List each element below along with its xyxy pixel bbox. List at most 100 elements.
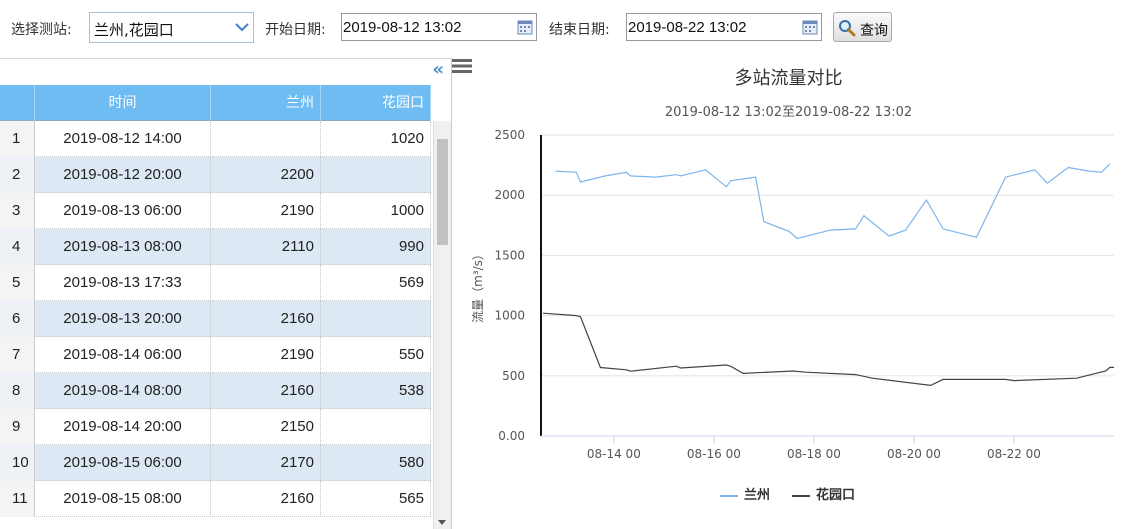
y-axis-label: 流量（m³/s） [471,248,485,323]
x-tick-label: 08-22 00 [987,447,1041,461]
query-button-label: 查询 [860,23,888,39]
table-header: 时间 兰州 花园口 [0,85,431,121]
table-row[interactable]: 3 2019-08-13 06:00 2190 1000 [0,193,431,229]
lanzhou-flow-cell: 2110 [211,229,321,265]
lanzhou-flow-cell: 2190 [211,337,321,373]
x-tick-label: 08-14 00 [587,447,641,461]
time-cell: 2019-08-15 08:00 [35,481,211,517]
huayuankou-flow-cell: 580 [321,445,431,481]
lanzhou-flow-cell: 2160 [211,373,321,409]
y-tick-label: 1500 [494,248,525,262]
row-number-cell: 6 [0,301,35,337]
flow-comparison-chart: 0.00 500 1000 1500 2000 2500 08-14 00 08-16 00 0… [452,58,1125,529]
x-tick-label: 08-16 00 [687,447,741,461]
row-number-cell: 9 [0,409,35,445]
time-cell: 2019-08-14 08:00 [35,373,211,409]
lanzhou-flow-cell: 2160 [211,481,321,517]
collapse-panel-icon[interactable]: « [432,60,444,80]
x-tick-label: 08-18 00 [787,447,841,461]
table-scrollbar[interactable] [433,121,451,529]
table-row[interactable]: 6 2019-08-13 20:00 2160 [0,301,431,337]
legend-label: 兰州 [744,488,771,503]
scroll-down-icon[interactable] [438,520,446,525]
calendar-icon[interactable] [802,19,818,35]
table-row[interactable]: 4 2019-08-13 08:00 2110 990 [0,229,431,265]
time-cell: 2019-08-13 06:00 [35,193,211,229]
scrollbar-thumb[interactable] [437,139,448,245]
legend-item-huayuankou[interactable]: 花园口 [792,484,855,503]
chart-title: 多站流量对比 [734,68,843,89]
chart-canvas: 0.00 500 1000 1500 2000 2500 08-14 00 08-16 00 0… [471,128,1114,461]
lanzhou-flow-cell: 2160 [211,301,321,337]
search-icon [839,20,856,37]
series-line-lanzhou [555,163,1111,240]
huayuankou-flow-cell [321,157,431,193]
lanzhou-flow-cell: 2190 [211,193,321,229]
lanzhou-flow-cell: 2150 [211,409,321,445]
row-number-header [0,85,35,121]
station-select[interactable]: 兰州,花园口 [89,12,254,43]
row-number-cell: 1 [0,121,35,157]
station-select-value: 兰州,花园口 [94,21,174,39]
start-date-label: 开始日期: [265,22,326,38]
table-row[interactable]: 8 2019-08-14 08:00 2160 538 [0,373,431,409]
start-date-value: 2019-08-12 13:02 [343,19,462,36]
column-header-time[interactable]: 时间 [35,85,211,121]
row-number-cell: 2 [0,157,35,193]
huayuankou-flow-cell: 1000 [321,193,431,229]
row-number-cell: 10 [0,445,35,481]
start-date-input[interactable]: 2019-08-12 13:02 [341,13,537,41]
table-row[interactable]: 10 2019-08-15 06:00 2170 580 [0,445,431,481]
chart-subtitle: 2019-08-12 13:02至2019-08-22 13:02 [664,105,913,120]
table-row[interactable]: 1 2019-08-12 14:00 1020 [0,121,431,157]
column-header-huayuankou[interactable]: 花园口 [321,85,431,121]
table-row[interactable]: 7 2019-08-14 06:00 2190 550 [0,337,431,373]
hamburger-menu-icon[interactable] [452,58,472,74]
table-row[interactable]: 9 2019-08-14 20:00 2150 [0,409,431,445]
huayuankou-flow-cell: 1020 [321,121,431,157]
table-row[interactable]: 2 2019-08-12 20:00 2200 [0,157,431,193]
legend-item-lanzhou[interactable]: 兰州 [720,484,770,503]
lanzhou-flow-cell [211,121,321,157]
table-row[interactable]: 5 2019-08-13 17:33 569 [0,265,431,301]
huayuankou-flow-cell: 990 [321,229,431,265]
row-number-cell: 5 [0,265,35,301]
legend-swatch [720,494,738,497]
time-cell: 2019-08-13 20:00 [35,301,211,337]
query-button[interactable]: 查询 [833,12,892,42]
y-tick-label: 1000 [494,309,525,323]
calendar-icon[interactable] [517,19,533,35]
lanzhou-flow-cell: 2200 [211,157,321,193]
station-label: 选择测站: [11,22,72,38]
row-number-cell: 3 [0,193,35,229]
series-line-huayuankou [542,312,1114,387]
y-tick-label: 0.00 [498,429,525,443]
filter-toolbar: 选择测站: 兰州,花园口 开始日期: 2019-08-12 13:02 结束日期… [0,0,1125,58]
legend-swatch [792,494,810,497]
end-date-value: 2019-08-22 13:02 [628,19,747,36]
end-date-input[interactable]: 2019-08-22 13:02 [626,13,822,41]
chevron-down-icon [235,23,249,32]
row-number-cell: 4 [0,229,35,265]
legend-label: 花园口 [816,488,856,503]
flow-data-table: 时间 兰州 花园口 1 2019-08-12 14:00 1020 2 2019-08-… [0,85,452,529]
y-tick-label: 2000 [494,188,525,202]
panel-collapse-bar: « [0,58,452,84]
row-number-cell: 11 [0,481,35,517]
lanzhou-flow-cell [211,265,321,301]
huayuankou-flow-cell: 538 [321,373,431,409]
time-cell: 2019-08-12 20:00 [35,157,211,193]
huayuankou-flow-cell [321,409,431,445]
time-cell: 2019-08-13 17:33 [35,265,211,301]
x-tick-label: 08-20 00 [887,447,941,461]
huayuankou-flow-cell: 565 [321,481,431,517]
huayuankou-flow-cell: 550 [321,337,431,373]
time-cell: 2019-08-12 14:00 [35,121,211,157]
huayuankou-flow-cell [321,301,431,337]
table-row[interactable]: 11 2019-08-15 08:00 2160 565 [0,481,431,517]
time-cell: 2019-08-14 06:00 [35,337,211,373]
time-cell: 2019-08-13 08:00 [35,229,211,265]
end-date-label: 结束日期: [549,22,610,38]
time-cell: 2019-08-15 06:00 [35,445,211,481]
column-header-lanzhou[interactable]: 兰州 [211,85,321,121]
